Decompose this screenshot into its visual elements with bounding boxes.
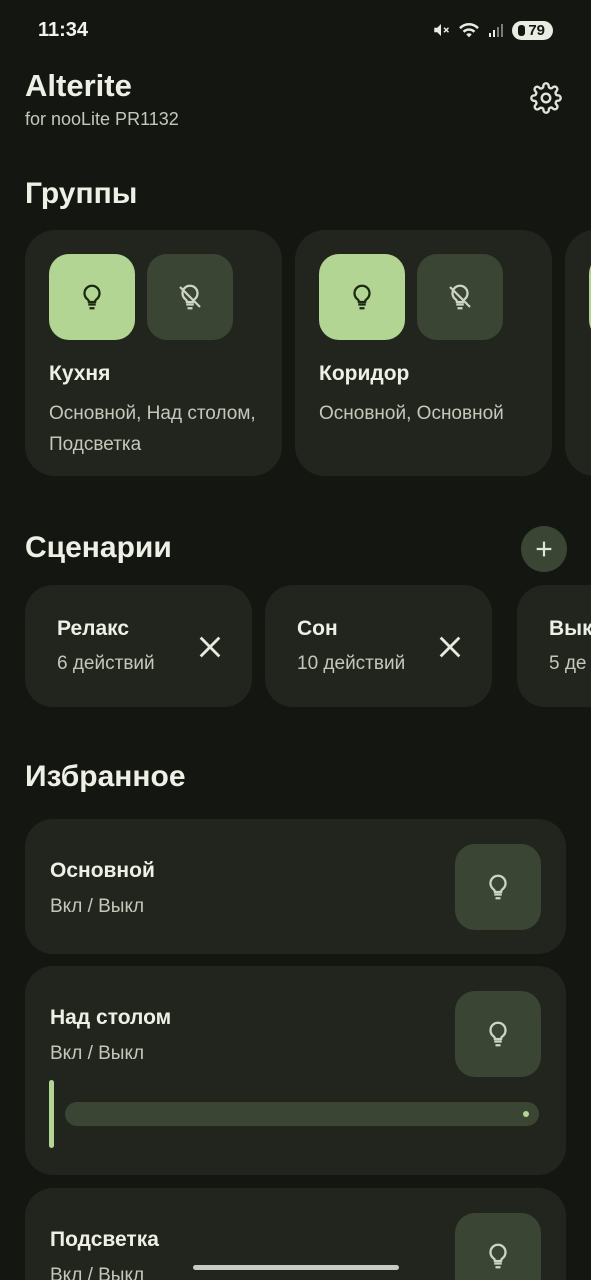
scenario-card[interactable]: Релакс 6 действий [25,585,252,707]
lightbulb-off-icon [449,284,471,310]
signal-icon [489,24,504,37]
scenario-name: Вык [549,617,591,640]
lightbulb-icon [83,284,101,310]
group-name: Коридор [319,362,410,385]
app-subtitle: for nooLite PR1132 [25,109,179,129]
group-devices: Основной, Основной [319,403,504,424]
slider-end-dot [523,1111,529,1117]
favorite-state: Вкл / Выкл [50,1043,145,1064]
group-off-button[interactable] [147,254,233,340]
group-card-kitchen[interactable]: Кухня Основной, Над столом, Подсветка [25,230,282,476]
gear-icon [530,82,562,114]
mute-icon [434,24,450,36]
brightness-slider[interactable] [49,1080,539,1148]
scenarios-list[interactable]: Релакс 6 действий Сон 10 действий Вык 5 … [25,585,591,707]
favorite-state: Вкл / Выкл [50,896,145,917]
slider-track[interactable] [65,1102,539,1126]
group-devices: Основной, Над столом, Подсветка [49,403,256,455]
favorite-name: Основной [50,859,155,882]
scenarios-section-title: Сценарии [25,531,172,564]
battery-indicator: 79 [512,20,553,40]
status-time: 11:34 [38,18,89,41]
app-header: Alterite for nooLite PR1132 [25,68,566,130]
plus-icon [536,541,552,557]
group-on-button[interactable] [49,254,135,340]
scenario-count: 5 де [549,653,587,674]
favorite-name: Подсветка [50,1228,159,1251]
battery-icon [518,24,526,36]
favorite-card[interactable]: Основной Вкл / Выкл [25,819,566,954]
toggle-light-button[interactable] [455,1213,541,1280]
slider-handle[interactable] [49,1080,54,1148]
battery-level: 79 [528,21,545,39]
lightbulb-icon [353,284,371,310]
status-bar: 11:34 79 [0,0,591,60]
lightbulb-icon [489,1021,507,1047]
favorites-section-title: Избранное [25,760,186,793]
scenario-card[interactable]: Вык 5 де [517,585,591,707]
status-icons: 79 [432,20,553,40]
add-scenario-button[interactable] [521,526,567,572]
scenario-card[interactable]: Сон 10 действий [265,585,492,707]
toggle-light-button[interactable] [455,844,541,930]
close-icon[interactable] [196,633,224,661]
favorite-card[interactable]: Над столом Вкл / Выкл [25,966,566,1175]
lightbulb-off-icon [179,284,201,310]
group-off-button[interactable] [417,254,503,340]
group-name: Кухня [49,362,111,385]
app-title: Alterite [25,68,132,103]
group-card-corridor[interactable]: Коридор Основной, Основной [295,230,552,476]
groups-section-title: Группы [25,177,138,210]
wifi-icon [459,22,480,38]
favorite-name: Над столом [50,1006,172,1029]
toggle-light-button[interactable] [455,991,541,1077]
home-indicator[interactable] [193,1265,399,1270]
lightbulb-icon [489,874,507,900]
groups-list[interactable]: Кухня Основной, Над столом, Подсветка Ко… [25,230,591,476]
close-icon[interactable] [436,633,464,661]
favorite-state: Вкл / Выкл [50,1265,145,1280]
group-card-partial[interactable] [565,230,591,476]
lightbulb-icon [489,1243,507,1269]
settings-button[interactable] [526,78,566,118]
group-on-button[interactable] [319,254,405,340]
